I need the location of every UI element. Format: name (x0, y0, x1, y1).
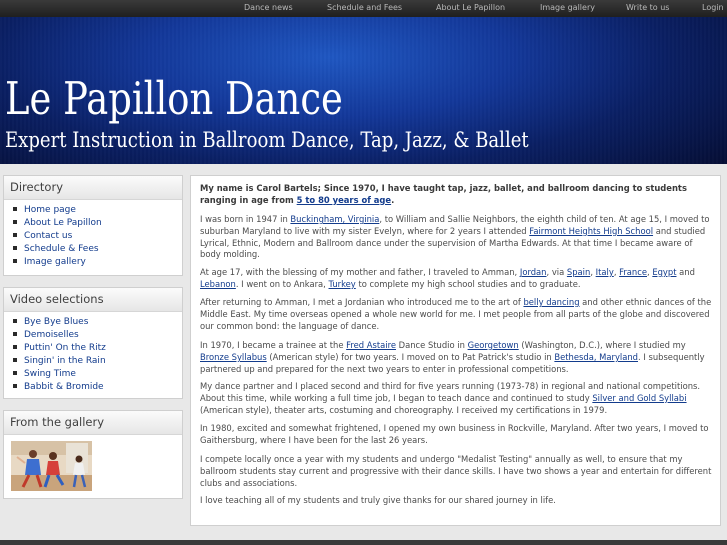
nav-login[interactable]: Login (702, 3, 724, 12)
paragraph-closing: I love teaching all of my students and t… (200, 495, 556, 505)
video-item-singin-in-the-rain[interactable]: Singin' in the Rain (13, 355, 182, 368)
top-navigation: Dance news Schedule and Fees About Le Pa… (0, 0, 727, 17)
paragraph-amman: After returning to Amman, I met a Jordan… (200, 297, 712, 331)
link-france[interactable]: France (619, 267, 647, 277)
bullet-icon (13, 245, 17, 250)
link-georgetown[interactable]: Georgetown (468, 340, 519, 350)
video-selections-heading: Video selections (4, 288, 182, 312)
site-subtitle: Expert Instruction in Ballroom Dance, Ta… (5, 128, 529, 152)
bullet-icon (13, 318, 17, 323)
nav-about[interactable]: About Le Papillon (436, 3, 505, 12)
link-egypt[interactable]: Egypt (652, 267, 676, 277)
gallery-box: From the gallery (3, 410, 183, 499)
video-item-demoiselles[interactable]: Demoiselles (13, 329, 182, 342)
dancers-photo-icon (11, 441, 92, 491)
link-jordan[interactable]: Jordan (520, 267, 547, 277)
link-belly-dancing[interactable]: belly dancing (523, 297, 579, 307)
bullet-icon (13, 344, 17, 349)
footer-bar (0, 540, 727, 545)
bullet-icon (13, 370, 17, 375)
video-item-swing-time[interactable]: Swing Time (13, 368, 182, 381)
link-spain[interactable]: Spain (567, 267, 590, 277)
directory-item-home[interactable]: Home page (13, 204, 182, 217)
link-turkey[interactable]: Turkey (329, 279, 356, 289)
gallery-thumbnail[interactable] (11, 441, 92, 491)
main-content: My name is Carol Bartels; Since 1970, I … (190, 175, 721, 526)
link-bethesda[interactable]: Bethesda, Maryland (554, 352, 638, 362)
paragraph-trainee: In 1970, I became a trainee at the Fred … (200, 340, 705, 374)
paragraph-business: In 1980, excited and somewhat frightened… (200, 423, 709, 445)
paragraph-compete: I compete locally once a year with my st… (200, 454, 712, 488)
link-lebanon[interactable]: Lebanon (200, 279, 236, 289)
video-item-bye-bye-blues[interactable]: Bye Bye Blues (13, 316, 182, 329)
nav-dance-news[interactable]: Dance news (244, 3, 293, 12)
age-range-link[interactable]: 5 to 80 years of age (297, 195, 391, 205)
video-selections-box: Video selections Bye Bye Blues Demoisell… (3, 287, 183, 399)
paragraph-birth: I was born in 1947 in Buckingham, Virgin… (200, 214, 710, 260)
link-fairmont-heights[interactable]: Fairmont Heights High School (529, 226, 653, 236)
bullet-icon (13, 206, 17, 211)
nav-image-gallery[interactable]: Image gallery (540, 3, 595, 12)
paragraph-travel: At age 17, with the blessing of my mothe… (200, 267, 695, 289)
nav-write-to-us[interactable]: Write to us (626, 3, 669, 12)
link-italy[interactable]: Italy (596, 267, 614, 277)
bullet-icon (13, 258, 17, 263)
directory-item-about[interactable]: About Le Papillon (13, 217, 182, 230)
bullet-icon (13, 232, 17, 237)
link-bronze-syllabus[interactable]: Bronze Syllabus (200, 352, 267, 362)
intro-paragraph: My name is Carol Bartels; Since 1970, I … (200, 183, 687, 205)
gallery-heading: From the gallery (4, 411, 182, 435)
bullet-icon (13, 219, 17, 224)
site-title: Le Papillon Dance (5, 72, 343, 125)
nav-schedule-fees[interactable]: Schedule and Fees (327, 3, 402, 12)
directory-heading: Directory (4, 176, 182, 200)
video-item-babbit-bromide[interactable]: Babbit & Bromide (13, 381, 182, 394)
video-item-puttin-on-the-ritz[interactable]: Puttin' On the Ritz (13, 342, 182, 355)
link-fred-astaire[interactable]: Fred Astaire (346, 340, 396, 350)
paragraph-competitions: My dance partner and I placed second and… (200, 381, 701, 415)
link-silver-gold-syllabi[interactable]: Silver and Gold Syllabi (592, 393, 686, 403)
directory-box: Directory Home page About Le Papillon Co… (3, 175, 183, 276)
bullet-icon (13, 331, 17, 336)
directory-item-schedule[interactable]: Schedule & Fees (13, 243, 182, 256)
directory-item-gallery[interactable]: Image gallery (13, 256, 182, 269)
link-buckingham[interactable]: Buckingham, Virginia (290, 214, 379, 224)
bullet-icon (13, 357, 17, 362)
bullet-icon (13, 383, 17, 388)
directory-item-contact[interactable]: Contact us (13, 230, 182, 243)
